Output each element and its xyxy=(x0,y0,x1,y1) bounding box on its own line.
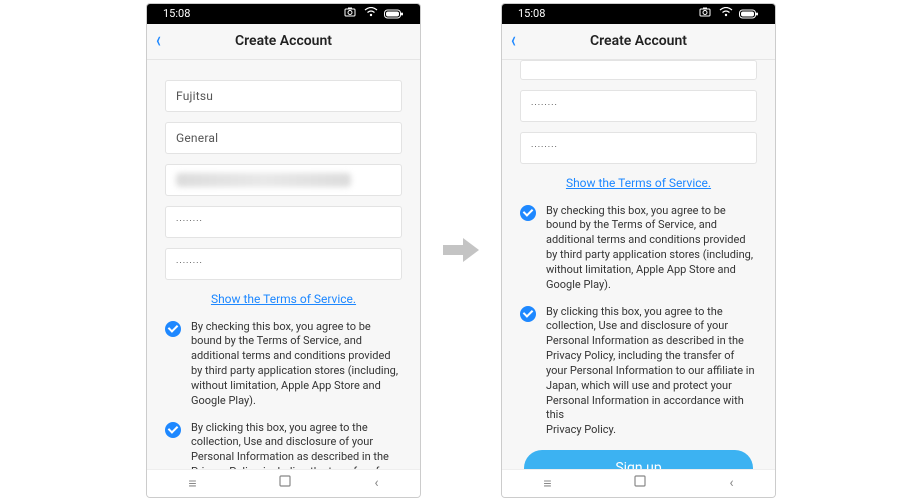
terms-link[interactable]: Show the Terms of Service. xyxy=(520,176,757,190)
status-bar: 15:08 xyxy=(147,4,420,24)
page-title: Create Account xyxy=(502,33,775,49)
content-area: Fujitsu General ········ ········ Show t… xyxy=(147,60,420,469)
field-type-value: General xyxy=(176,131,218,145)
password-dots-1: ········ xyxy=(176,217,203,227)
agree-row-terms: By checking this box, you agree to be bo… xyxy=(165,320,402,409)
status-time: 15:08 xyxy=(518,7,545,20)
back-button[interactable]: ‹ xyxy=(156,30,161,52)
wifi-icon xyxy=(719,7,733,20)
checkbox-terms[interactable] xyxy=(520,205,536,221)
back-button[interactable]: ‹ xyxy=(511,30,516,52)
camera-icon xyxy=(699,7,713,20)
agree-privacy-text: By clicking this box, you agree to the c… xyxy=(546,305,757,439)
password-field-2[interactable]: ········ xyxy=(165,248,402,280)
agree-terms-text: By checking this box, you agree to be bo… xyxy=(191,320,402,409)
checkbox-terms[interactable] xyxy=(165,321,181,337)
password-dots-2: ········ xyxy=(176,259,203,269)
content-area: ········ ········ Show the Terms of Serv… xyxy=(502,60,775,469)
checkbox-privacy[interactable] xyxy=(520,306,536,322)
page-title: Create Account xyxy=(147,33,420,49)
camera-icon xyxy=(344,7,358,20)
signup-button[interactable]: Sign up xyxy=(524,450,753,468)
wifi-icon xyxy=(364,7,378,20)
phone-left: 15:08 ‹ Create Account Fujitsu General ·… xyxy=(146,3,421,498)
nav-bar: ‹ Create Account xyxy=(147,24,420,60)
status-time: 15:08 xyxy=(163,7,190,20)
status-icons xyxy=(699,7,759,20)
status-bar: 15:08 xyxy=(502,4,775,24)
android-nav-bar: ≡ ‹ xyxy=(502,469,775,497)
android-nav-bar: ≡ ‹ xyxy=(147,469,420,497)
password-field-1[interactable]: ········ xyxy=(520,90,757,122)
agree-row-terms: By checking this box, you agree to be bo… xyxy=(520,204,757,293)
agree-privacy-text: By clicking this box, you agree to the c… xyxy=(191,421,402,469)
password-field-2[interactable]: ········ xyxy=(520,132,757,164)
field-partial-top[interactable] xyxy=(520,60,757,80)
field-email-blurred[interactable] xyxy=(165,164,402,196)
password-field-1[interactable]: ········ xyxy=(165,206,402,238)
agree-terms-text: By checking this box, you agree to be bo… xyxy=(546,204,757,293)
field-type[interactable]: General xyxy=(165,122,402,154)
field-company-value: Fujitsu xyxy=(176,89,213,103)
recent-apps-icon[interactable]: ≡ xyxy=(543,475,551,492)
terms-link[interactable]: Show the Terms of Service. xyxy=(165,292,402,306)
checkbox-privacy[interactable] xyxy=(165,422,181,438)
status-icons xyxy=(344,7,404,20)
agree-row-privacy: By clicking this box, you agree to the c… xyxy=(165,421,402,469)
home-icon[interactable] xyxy=(279,475,291,491)
password-dots-2: ········ xyxy=(531,143,558,153)
back-icon[interactable]: ‹ xyxy=(729,475,733,491)
password-dots-1: ········ xyxy=(531,101,558,111)
transition-arrow-icon xyxy=(441,230,481,270)
nav-bar: ‹ Create Account xyxy=(502,24,775,60)
home-icon[interactable] xyxy=(634,475,646,491)
agree-row-privacy: By clicking this box, you agree to the c… xyxy=(520,305,757,439)
recent-apps-icon[interactable]: ≡ xyxy=(188,475,196,492)
back-icon[interactable]: ‹ xyxy=(374,475,378,491)
phone-right: 15:08 ‹ Create Account ········ ········… xyxy=(501,3,776,498)
battery-icon xyxy=(384,9,404,19)
field-company[interactable]: Fujitsu xyxy=(165,80,402,112)
battery-icon xyxy=(739,9,759,19)
